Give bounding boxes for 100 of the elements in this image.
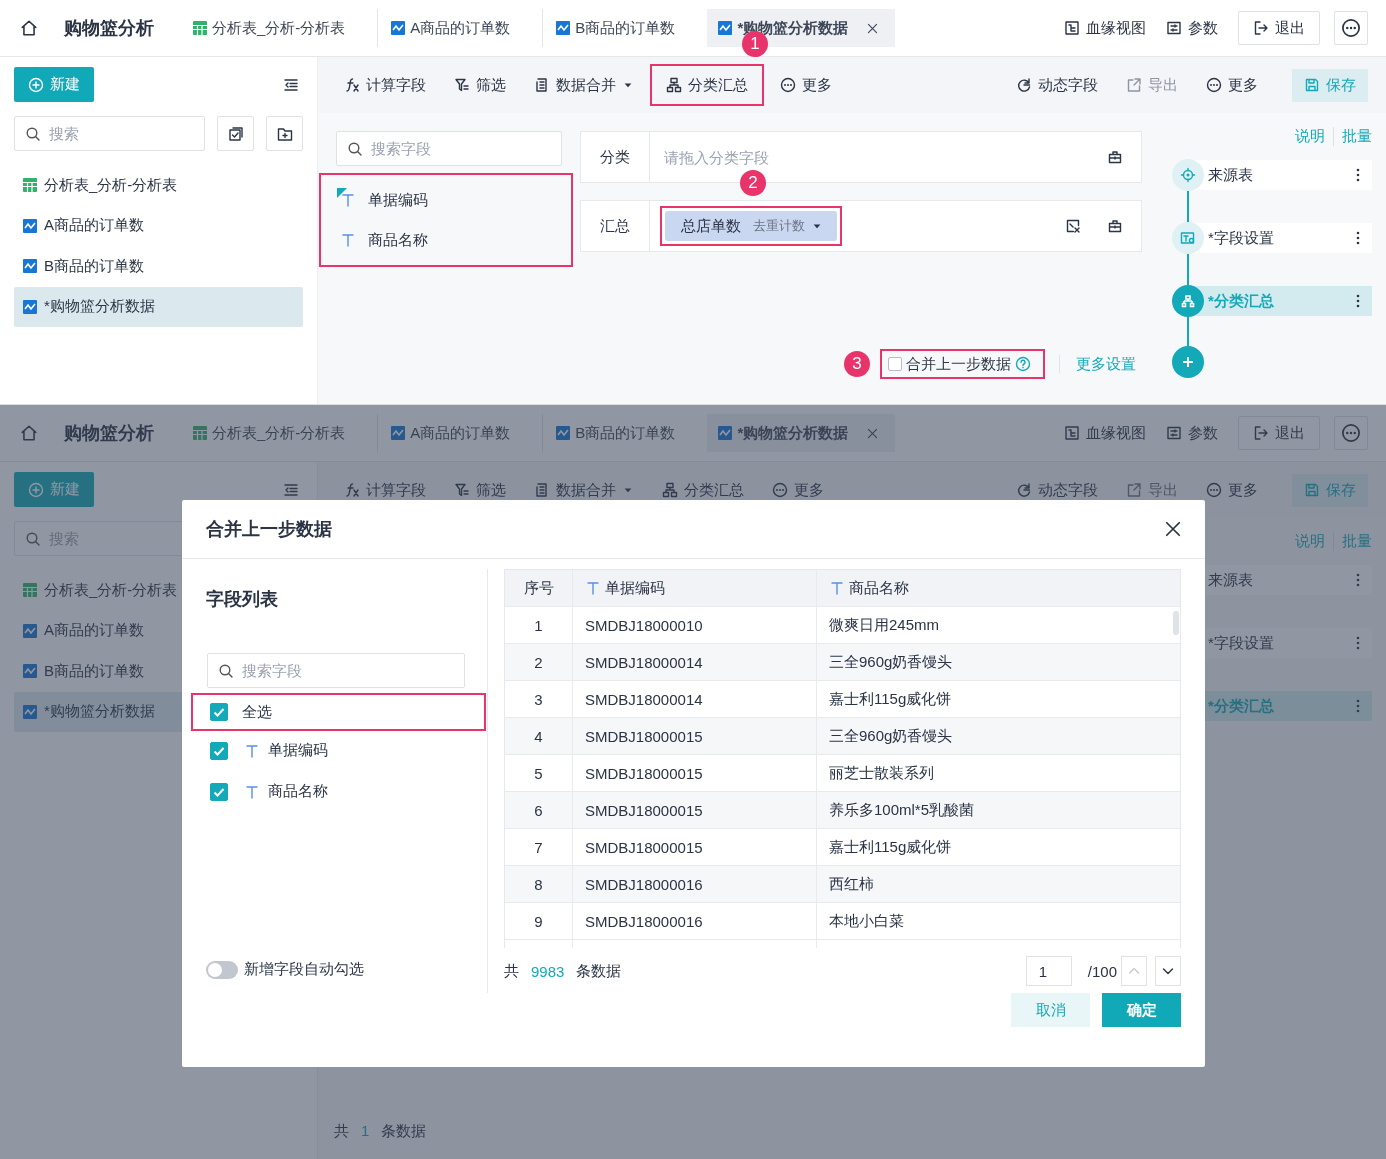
table-cell: 3 <box>505 681 573 717</box>
export-icon <box>1126 482 1142 498</box>
chart-icon <box>22 622 38 639</box>
toolbar-button[interactable]: 筛选 <box>452 66 508 104</box>
field-checkbox[interactable]: 单据编码 <box>192 730 487 771</box>
toolbar-button[interactable]: 计算字段 <box>342 66 428 104</box>
text-type-icon <box>585 580 601 596</box>
dialog-title: 合并上一步数据 <box>206 518 332 541</box>
exit-button[interactable]: 退出 <box>1238 11 1320 45</box>
field-chip[interactable]: 总店单数 去重计数 <box>665 211 837 241</box>
toolbar-button[interactable]: 筛选 <box>452 471 508 509</box>
panel-title: 字段列表 <box>206 588 279 611</box>
field-item[interactable]: 商品名称 <box>320 220 572 260</box>
lineage-icon <box>1064 425 1080 441</box>
collapse-icon[interactable] <box>283 76 299 93</box>
new-button[interactable]: 新建 <box>14 472 94 507</box>
lineage-icon <box>1064 20 1080 36</box>
merge-checkbox[interactable]: 合并上一步数据 <box>882 351 1043 377</box>
table-cell: SMDBJ18000015 <box>573 829 817 865</box>
table-cell: 1 <box>505 607 573 643</box>
toolbar-button[interactable]: 数据合并 <box>532 471 636 509</box>
file-tab[interactable]: A商品的订单数 <box>377 9 523 47</box>
sidebar-item[interactable]: *购物篮分析数据 <box>14 286 303 327</box>
plus-circle-icon <box>28 481 44 498</box>
text-type-icon <box>244 742 260 759</box>
table-cell: 5 <box>505 755 573 791</box>
briefcase-icon[interactable] <box>1107 218 1123 234</box>
sidebar-item[interactable]: A商品的订单数 <box>14 610 303 651</box>
header-action[interactable]: 参数 <box>1166 416 1218 450</box>
field-search[interactable]: 搜索字段 <box>207 653 465 688</box>
table-cell: SMDBJ18000016 <box>573 903 817 939</box>
confirm-button[interactable]: 确定 <box>1102 993 1181 1027</box>
field-checkbox[interactable]: 商品名称 <box>192 771 487 812</box>
toolbar-button[interactable]: 更多 <box>1204 66 1260 104</box>
checkbox[interactable] <box>888 357 902 371</box>
toggle-label: 新增字段自动勾选 <box>244 960 364 979</box>
category-drop-field[interactable]: 请拖入分类字段 <box>662 141 1081 173</box>
table-cell: 6 <box>505 792 573 828</box>
panel-link[interactable]: 批量 <box>1333 127 1372 146</box>
file-tab[interactable]: 分析表_分析-分析表 <box>180 414 358 452</box>
file-tab[interactable]: B商品的订单数 <box>542 414 688 452</box>
checkbox[interactable] <box>210 703 228 721</box>
table-cell: 2 <box>505 644 573 680</box>
toolbar-button[interactable]: 更多 <box>778 66 834 104</box>
sidebar-item[interactable]: B商品的订单数 <box>14 246 303 286</box>
close-icon[interactable] <box>1163 519 1183 539</box>
toolbar-button[interactable]: 数据合并 <box>532 66 636 104</box>
file-tab[interactable]: *购物篮分析数据 <box>707 414 896 452</box>
fx-icon <box>344 482 360 498</box>
checkbox[interactable] <box>210 782 228 801</box>
sidebar-item[interactable]: A商品的订单数 <box>14 205 303 246</box>
file-tab[interactable]: 分析表_分析-分析表 <box>180 9 358 47</box>
header-action[interactable]: 参数 <box>1166 11 1218 45</box>
file-tab[interactable]: A商品的订单数 <box>377 414 523 452</box>
more-button[interactable] <box>1334 11 1368 45</box>
toolbar-button[interactable]: 动态字段 <box>1014 471 1100 509</box>
table-cell-text: 嘉士利115g威化饼 <box>828 836 953 857</box>
chart-icon <box>555 20 572 36</box>
save-button[interactable]: 保存 <box>1292 68 1368 102</box>
toolbar-button[interactable]: 分类汇总 <box>660 471 746 509</box>
close-icon[interactable] <box>866 21 880 35</box>
cancel-button[interactable]: 取消 <box>1011 993 1090 1027</box>
new-folder-button[interactable] <box>266 116 303 151</box>
toolbar-button[interactable]: 计算字段 <box>342 471 428 509</box>
toolbar-button[interactable]: 动态字段 <box>1014 66 1100 104</box>
chart-icon <box>22 258 38 274</box>
header-action[interactable]: 血缘视图 <box>1064 416 1146 450</box>
toggle-switch[interactable] <box>206 960 238 979</box>
chart-icon <box>22 217 38 234</box>
next-page-button[interactable] <box>1155 956 1181 986</box>
text-type-icon <box>829 580 845 596</box>
panel-link[interactable]: 说明 <box>1295 127 1325 146</box>
file-tab[interactable]: B商品的订单数 <box>542 9 688 47</box>
new-button[interactable]: 新建 <box>14 67 94 102</box>
exit-icon <box>1253 20 1269 36</box>
header-action[interactable]: 血缘视图 <box>1064 11 1146 45</box>
sidebar-item[interactable]: 分析表_分析-分析表 <box>14 165 303 205</box>
document-icon <box>534 77 550 93</box>
toolbar-button[interactable]: 更多 <box>770 471 826 509</box>
exit-button[interactable]: 退出 <box>1238 416 1320 450</box>
column-header: 商品名称 <box>817 570 1170 606</box>
home-icon[interactable] <box>20 19 38 37</box>
checkbox[interactable] <box>210 741 228 760</box>
toolbar-button[interactable]: 更多 <box>1204 471 1260 509</box>
help-icon[interactable] <box>1015 356 1031 372</box>
field-item[interactable]: 单据编码 <box>320 180 572 220</box>
field-search[interactable]: 搜索字段 <box>336 131 562 166</box>
toolbar-button[interactable]: 分类汇总 <box>652 66 762 104</box>
more-settings-link[interactable]: 更多设置 <box>1076 354 1136 374</box>
briefcase-icon[interactable] <box>1107 149 1123 165</box>
batch-select-button[interactable] <box>217 116 254 151</box>
add-step-button[interactable] <box>1172 346 1204 378</box>
chart-icon <box>22 703 38 720</box>
scrollbar-thumb[interactable] <box>1173 611 1179 635</box>
search-icon <box>25 126 41 142</box>
export-icon <box>1126 77 1142 93</box>
total-label: 条数据 <box>381 1122 427 1141</box>
page-input[interactable]: 1 <box>1025 956 1072 986</box>
search-field[interactable]: 搜索 <box>14 116 205 151</box>
clear-icon[interactable] <box>1065 218 1081 234</box>
